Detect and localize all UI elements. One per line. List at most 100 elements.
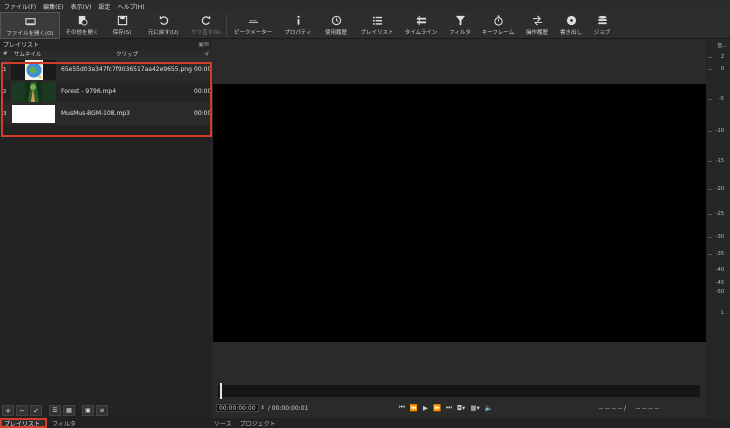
- menu-help[interactable]: ヘルプ(H): [117, 2, 144, 11]
- transport-buttons: ⏮ ⏪ ▶ ⏩ ⏭ ◘▾ ▦▾ 🔈: [399, 403, 493, 412]
- timecode-area: 00:00:00:00 ⇕ / 00:00:00:01: [216, 404, 308, 412]
- meter-label: -50: [715, 289, 724, 295]
- playlist-row[interactable]: 3 MusMus-BGM-108.mp3 00:00: [0, 103, 212, 125]
- meter-label: -35: [715, 251, 724, 257]
- open-other-button[interactable]: その他を開く: [60, 12, 104, 39]
- grid-icon[interactable]: ▦▾: [470, 404, 479, 412]
- properties-button[interactable]: プロパティ: [279, 12, 317, 39]
- playlist-row[interactable]: 2 Forest - 9796.mp4 00:00: [0, 81, 212, 103]
- tab-filter[interactable]: フィルタ: [48, 418, 80, 428]
- keyframe-icon: [493, 15, 503, 26]
- playhead[interactable]: [220, 383, 222, 399]
- save-button[interactable]: 保存(S): [104, 12, 140, 39]
- open-other-icon: [78, 15, 88, 26]
- timecode-spinner-icon[interactable]: ⇕: [261, 405, 265, 411]
- menu-file[interactable]: ファイル(F): [4, 2, 36, 11]
- open-file-button[interactable]: ファイルを開く(O): [0, 12, 60, 39]
- meter-channel-label: L: [721, 310, 724, 316]
- info-icon: [296, 15, 300, 25]
- plus-icon: +: [5, 406, 11, 415]
- play-icon[interactable]: ▶: [423, 404, 428, 412]
- jobs-button[interactable]: ジョブ: [587, 12, 617, 39]
- panel-float-close-icon[interactable]: ▣⊠: [198, 41, 209, 48]
- save-label: 保存(S): [112, 30, 132, 36]
- peak-meter-label: ピークメーター: [233, 30, 273, 36]
- open-other-label: その他を開く: [65, 30, 99, 36]
- meter-label: -25: [715, 211, 724, 217]
- undo-icon: [159, 15, 168, 25]
- redo-label: やり直す(R): [190, 30, 222, 36]
- tab-project[interactable]: プロジェクト: [236, 418, 280, 428]
- column-thumbnail[interactable]: サムネイル: [12, 50, 116, 58]
- column-in[interactable]: イ: [204, 50, 210, 58]
- action-history-button[interactable]: 操作履歴: [519, 12, 555, 39]
- export-button[interactable]: 書き出し: [555, 12, 587, 39]
- row-number: 3: [3, 110, 7, 117]
- volume-icon[interactable]: 🔈: [485, 404, 493, 412]
- peak-meter-button[interactable]: ピークメーター: [227, 12, 279, 39]
- export-icon: [566, 15, 576, 26]
- out-point: -- -- -- --: [635, 404, 660, 412]
- details-view-button[interactable]: ☰: [49, 405, 61, 416]
- keyframe-button[interactable]: キーフレーム: [477, 12, 519, 39]
- playlist-row[interactable]: 1 65e55d03a347fc7f9036517aa42e9655.png 0…: [0, 59, 212, 81]
- timeline-button[interactable]: タイムライン: [399, 12, 443, 39]
- add-clip-button[interactable]: +: [2, 405, 14, 416]
- redo-icon: [201, 15, 210, 25]
- open-file-label: ファイルを開く(O): [6, 31, 54, 37]
- current-timecode-input[interactable]: 00:00:00:00: [216, 404, 259, 412]
- skip-previous-icon[interactable]: ⏮: [399, 403, 405, 412]
- open-file-icon: [24, 18, 36, 26]
- scrub-bar[interactable]: [218, 385, 700, 397]
- filter-label: フィルタ: [449, 30, 471, 36]
- action-history-icon: [532, 15, 542, 26]
- fast-forward-icon[interactable]: ⏩: [433, 404, 441, 412]
- playlist-icon: [372, 16, 382, 25]
- playlist-actions: + − ✓ ☰ ▦ ▣ ≡: [0, 404, 212, 417]
- playlist-toggle-button[interactable]: プレイリスト: [355, 12, 399, 39]
- update-clip-button[interactable]: ✓: [30, 405, 42, 416]
- clip-in-time: 00:00: [194, 66, 212, 73]
- tiles-view-button[interactable]: ▦: [63, 405, 75, 416]
- export-label: 書き出し: [559, 30, 582, 36]
- menu-settings[interactable]: 設定: [98, 2, 110, 11]
- clip-name: 65e55d03a347fc7f9036517aa42e9655.png: [61, 66, 192, 73]
- column-clip[interactable]: クリップ: [116, 50, 204, 58]
- playlist-tab-highlight-box: [0, 418, 47, 428]
- playlist-toggle-label: プレイリスト: [360, 30, 394, 36]
- list-view-icon: ☰: [52, 407, 58, 414]
- meter-label: -45: [715, 280, 724, 286]
- tab-source[interactable]: ソース: [210, 418, 236, 428]
- peak-meter-icon: [248, 20, 258, 23]
- zoom-icon[interactable]: ◘▾: [457, 404, 465, 412]
- meter-label: -10: [715, 128, 724, 134]
- video-preview[interactable]: [213, 84, 706, 342]
- thumbnail-earth-image: [11, 59, 56, 80]
- column-number[interactable]: #: [0, 51, 12, 57]
- redo-button[interactable]: やり直す(R): [186, 12, 226, 39]
- remove-clip-button[interactable]: −: [16, 405, 28, 416]
- filter-button[interactable]: フィルタ: [443, 12, 477, 39]
- total-duration: / 00:00:00:01: [267, 404, 309, 412]
- skip-next-icon[interactable]: ⏭: [446, 403, 452, 412]
- audio-meter: 音... 2 0 -5 -10 -15 -20 -25 -30 -35 -40 …: [706, 39, 730, 428]
- meter-header: 音...: [717, 43, 727, 49]
- undo-button[interactable]: 元に戻す(U): [140, 12, 186, 39]
- menu-view[interactable]: 表示(V): [71, 2, 92, 11]
- meter-label: -20: [715, 186, 724, 192]
- menu-edit[interactable]: 編集(E): [43, 2, 63, 11]
- history-icon: [331, 15, 341, 26]
- playlist-menu-button[interactable]: ≡: [96, 405, 108, 416]
- history-button[interactable]: 使用履歴: [317, 12, 355, 39]
- playlist-panel: プレイリスト ▣⊠ # サムネイル クリップ イ 1 65e55d03a347f…: [0, 39, 212, 428]
- menu-icon: ≡: [99, 407, 105, 414]
- clip-in-time: 00:00: [194, 110, 212, 117]
- meter-label: -5: [719, 96, 724, 102]
- jobs-label: ジョブ: [593, 30, 611, 36]
- playlist-header: # サムネイル クリップ イ: [0, 50, 212, 59]
- jobs-icon: [597, 15, 607, 25]
- rewind-icon[interactable]: ⏪: [410, 404, 418, 412]
- meter-label: 2: [720, 54, 724, 60]
- icons-view-button[interactable]: ▣: [82, 405, 94, 416]
- transport-controls: 00:00:00:00 ⇕ / 00:00:00:01 ⏮ ⏪ ▶ ⏩ ⏭ ◘▾…: [213, 402, 706, 414]
